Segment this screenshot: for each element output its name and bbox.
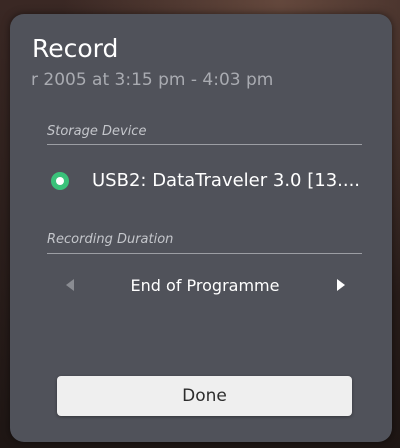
- duration-value[interactable]: End of Programme: [85, 276, 325, 295]
- done-button[interactable]: Done: [57, 376, 352, 416]
- storage-device-label: Storage Device: [47, 124, 147, 139]
- dialog-title: Record: [32, 34, 119, 63]
- record-dialog: Record r 2005 at 3:15 pm - 4:03 pm Stora…: [10, 14, 392, 442]
- storage-device-option[interactable]: USB2: DataTraveler 3.0 [13....: [92, 170, 360, 191]
- duration-divider: [47, 253, 362, 254]
- programme-time: r 2005 at 3:15 pm - 4:03 pm: [31, 70, 274, 90]
- storage-radio-selected[interactable]: [51, 172, 69, 190]
- chevron-left-icon[interactable]: [66, 279, 74, 291]
- storage-divider: [47, 144, 362, 145]
- chevron-right-icon[interactable]: [337, 279, 345, 291]
- recording-duration-label: Recording Duration: [47, 232, 174, 247]
